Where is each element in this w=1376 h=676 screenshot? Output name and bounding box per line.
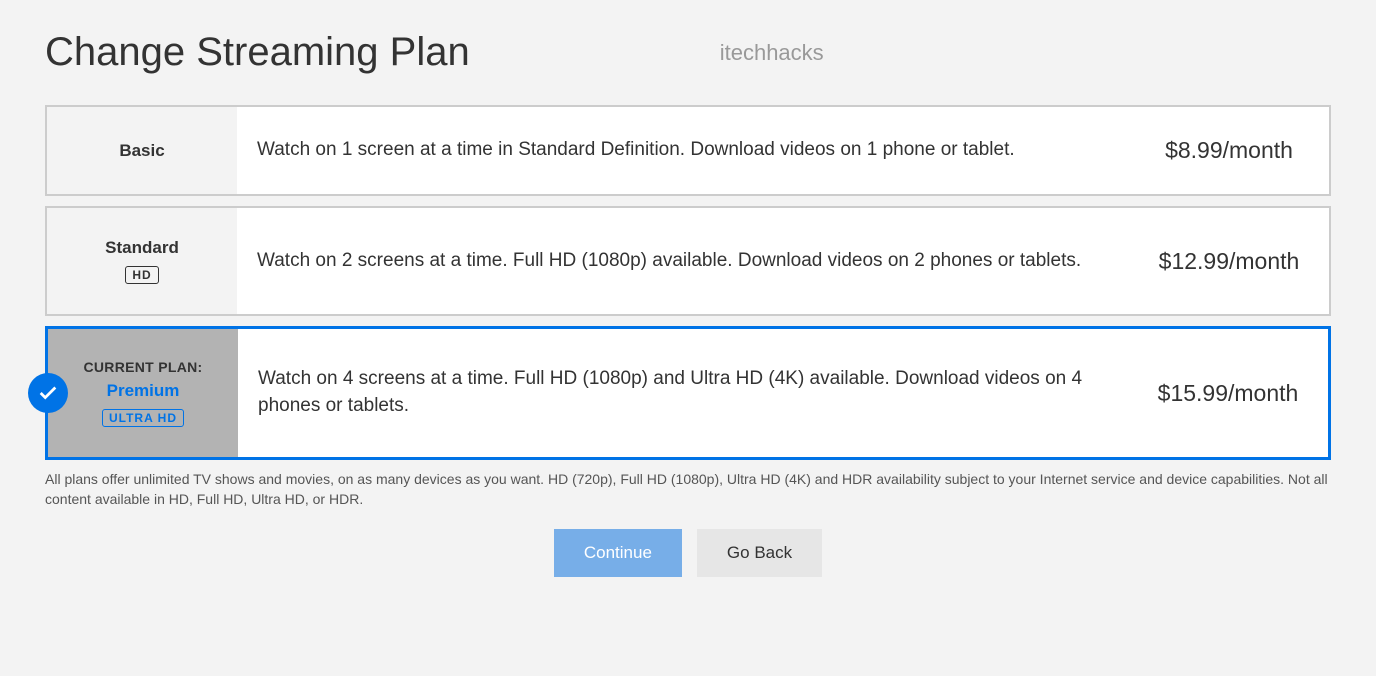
plan-description: Watch on 1 screen at a time in Standard … xyxy=(237,107,1129,194)
plan-card-standard[interactable]: Standard HD Watch on 2 screens at a time… xyxy=(45,206,1331,316)
plan-card-basic[interactable]: Basic Watch on 1 screen at a time in Sta… xyxy=(45,105,1331,196)
plan-price: $12.99/month xyxy=(1129,208,1329,314)
checkmark-icon xyxy=(28,373,68,413)
plan-price: $15.99/month xyxy=(1128,329,1328,457)
watermark-text: itechhacks xyxy=(720,40,824,66)
plan-name: Standard xyxy=(105,238,179,258)
plan-name: Premium xyxy=(107,381,180,401)
plan-name: Basic xyxy=(119,141,164,161)
plan-description: Watch on 4 screens at a time. Full HD (1… xyxy=(238,329,1128,457)
button-row: Continue Go Back xyxy=(45,529,1331,577)
ultra-hd-badge: ULTRA HD xyxy=(102,409,184,427)
current-plan-label: CURRENT PLAN: xyxy=(83,359,202,375)
continue-button[interactable]: Continue xyxy=(554,529,682,577)
disclaimer-text: All plans offer unlimited TV shows and m… xyxy=(45,470,1331,509)
hd-badge: HD xyxy=(125,266,158,284)
plan-card-premium[interactable]: CURRENT PLAN: Premium ULTRA HD Watch on … xyxy=(45,326,1331,460)
page-title: Change Streaming Plan xyxy=(45,30,470,75)
plan-price: $8.99/month xyxy=(1129,107,1329,194)
plan-name-cell: Basic xyxy=(47,107,237,194)
plan-name-cell: CURRENT PLAN: Premium ULTRA HD xyxy=(48,329,238,457)
plan-name-cell: Standard HD xyxy=(47,208,237,314)
go-back-button[interactable]: Go Back xyxy=(697,529,822,577)
plan-description: Watch on 2 screens at a time. Full HD (1… xyxy=(237,208,1129,314)
header-row: Change Streaming Plan itechhacks xyxy=(45,30,1331,75)
